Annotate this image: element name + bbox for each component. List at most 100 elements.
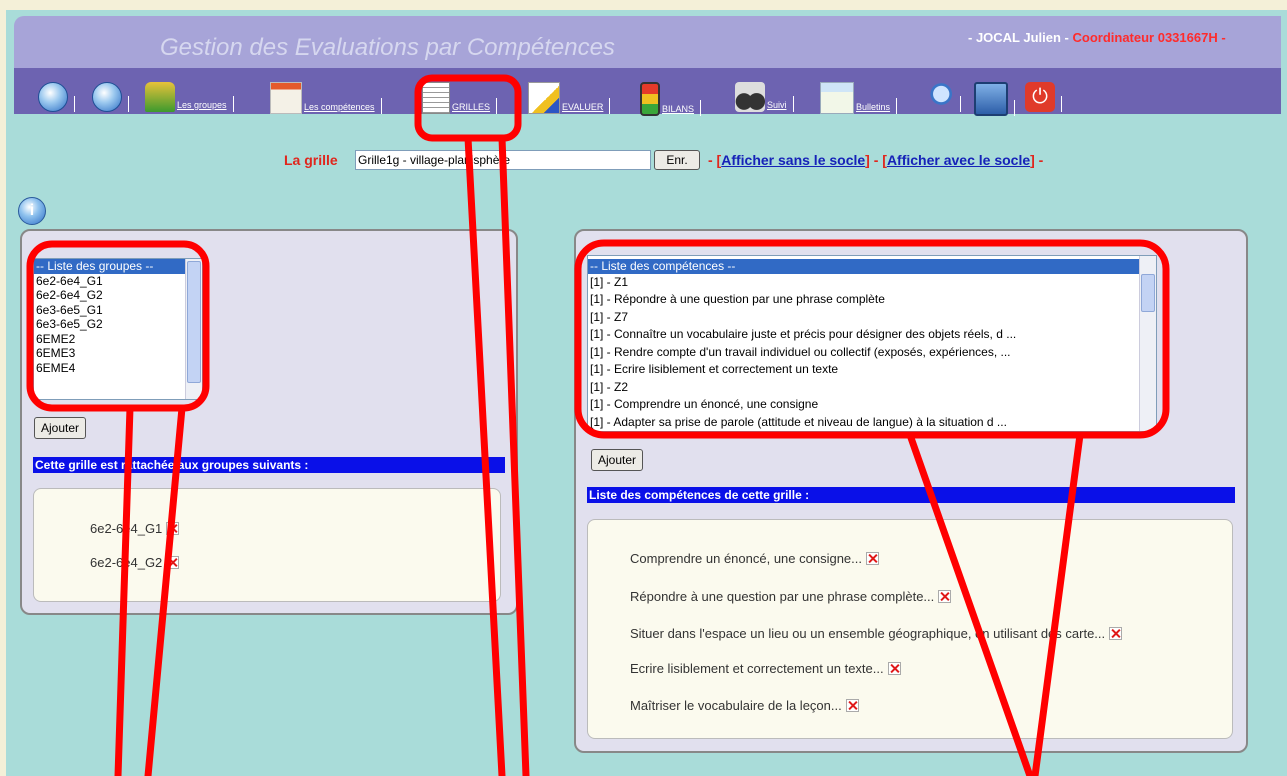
grid-competence-label: Comprendre un énoncé, une consigne... xyxy=(630,551,862,566)
grid-competence-label: Ecrire lisiblement et correctement un te… xyxy=(630,661,884,676)
attached-group-label: 6e2-6e4_G1 xyxy=(90,521,163,536)
toolbar-groupes[interactable]: Les groupes xyxy=(145,82,234,112)
toolbar-separator xyxy=(609,98,611,114)
group-option[interactable]: 6e2-6e4_G1 xyxy=(34,274,202,289)
grid-icon xyxy=(422,82,450,114)
help-info-icon[interactable]: i xyxy=(18,197,46,225)
show-with-socle-link[interactable]: Afficher avec le socle xyxy=(887,152,1030,168)
toolbar-logout[interactable]: ⏻ xyxy=(1025,82,1062,112)
competence-option[interactable]: [1] - Ecrire lisiblement et correctement… xyxy=(588,361,1156,379)
attached-groups-box xyxy=(33,488,501,602)
home-icon xyxy=(38,82,68,112)
toolbar-label: Les compétences xyxy=(304,102,375,112)
delete-icon[interactable] xyxy=(1109,627,1123,640)
toolbar-separator xyxy=(1014,100,1015,116)
toolbar-separator xyxy=(74,96,75,112)
group-option[interactable]: 6EME2 xyxy=(34,332,202,347)
pencil-icon xyxy=(528,82,560,114)
user-name: - JOCAL Julien - xyxy=(968,30,1073,45)
competence-option[interactable]: [1] - Z2 xyxy=(588,379,1156,397)
binoculars-icon xyxy=(735,82,765,112)
toolbar-suivi[interactable]: Suivi xyxy=(735,82,794,112)
groups-list-header[interactable]: -- Liste des groupes -- xyxy=(34,259,202,274)
toolbar-info[interactable] xyxy=(92,82,129,112)
toolbar-grilles[interactable]: GRILLES xyxy=(422,82,498,114)
delete-icon[interactable] xyxy=(887,662,901,675)
search-user-icon xyxy=(922,82,954,112)
competence-option[interactable]: [1] - Comprendre un énoncé, une consigne xyxy=(588,396,1156,414)
briefcase-icon xyxy=(974,82,1008,116)
user-role: Coordinateur 0331667H - xyxy=(1072,30,1226,45)
grid-competence-label: Répondre à une question par une phrase c… xyxy=(630,589,935,604)
power-icon: ⏻ xyxy=(1025,82,1055,112)
info-icon xyxy=(92,82,122,112)
toolbar-bulletins[interactable]: Bulletins xyxy=(820,82,898,114)
toolbar-home[interactable] xyxy=(38,82,75,112)
grid-competence-item: Comprendre un énoncé, une consigne... xyxy=(630,551,879,566)
link-separator: ] - [ xyxy=(865,152,887,168)
toolbar-search-user[interactable] xyxy=(922,82,961,112)
grid-competence-item: Situer dans l'espace un lieu ou un ensem… xyxy=(630,626,1123,641)
toolbar-briefcase[interactable] xyxy=(974,82,1015,116)
delete-icon[interactable] xyxy=(166,556,180,569)
user-info: - JOCAL Julien - Coordinateur 0331667H - xyxy=(968,30,1226,45)
groups-listbox[interactable]: -- Liste des groupes -- 6e2-6e4_G1 6e2-6… xyxy=(33,258,203,400)
attached-groups-title: Cette grille est rattachée aux groupes s… xyxy=(33,457,505,473)
delete-icon[interactable] xyxy=(845,699,859,712)
groups-icon xyxy=(145,82,175,112)
app-title: Gestion des Evaluations par Compétences xyxy=(160,34,615,61)
competence-option[interactable]: [1] - Répondre à une question par une ph… xyxy=(588,291,1156,309)
group-option[interactable]: 6e2-6e4_G2 xyxy=(34,288,202,303)
group-option[interactable]: 6EME4 xyxy=(34,361,202,376)
save-button[interactable]: Enr. xyxy=(654,150,700,170)
toolbar-competences[interactable]: Les compétences xyxy=(270,82,382,114)
toolbar-separator xyxy=(896,98,898,114)
toolbar-label: Suivi xyxy=(767,100,787,110)
toolbar-separator xyxy=(128,96,129,112)
toolbar-separator xyxy=(700,100,702,116)
grid-competence-item: Répondre à une question par une phrase c… xyxy=(630,589,952,604)
attached-group-item: 6e2-6e4_G2 xyxy=(90,555,180,570)
toolbar-bilans[interactable]: BILANS xyxy=(640,82,702,116)
delete-icon[interactable] xyxy=(166,522,180,535)
competences-icon xyxy=(270,82,302,114)
toolbar-label: Bulletins xyxy=(856,102,891,112)
competence-option[interactable]: [1] - Z7 xyxy=(588,309,1156,327)
grid-competence-label: Situer dans l'espace un lieu ou un ensem… xyxy=(630,626,1106,641)
toolbar-separator xyxy=(1061,96,1062,112)
link-separator: - [ xyxy=(708,152,722,168)
group-option[interactable]: 6e3-6e5_G1 xyxy=(34,303,202,318)
toolbar-separator xyxy=(380,98,382,114)
competence-option[interactable]: [1] - Z1 xyxy=(588,274,1156,292)
toolbar-separator xyxy=(960,96,961,112)
groups-scrollbar[interactable] xyxy=(185,259,202,399)
attached-group-item: 6e2-6e4_G1 xyxy=(90,521,180,536)
add-competence-button[interactable]: Ajouter xyxy=(591,449,644,471)
competences-list-header[interactable]: -- Liste des compétences -- xyxy=(588,259,1156,274)
link-separator: ] - xyxy=(1030,152,1044,168)
competence-option[interactable]: [1] - Rendre compte d'un travail individ… xyxy=(588,344,1156,362)
group-option[interactable]: 6EME3 xyxy=(34,346,202,361)
delete-icon[interactable] xyxy=(866,552,879,565)
delete-icon[interactable] xyxy=(938,590,952,603)
group-option[interactable]: 6e3-6e5_G2 xyxy=(34,317,202,332)
add-group-button[interactable]: Ajouter xyxy=(34,417,87,439)
grid-competences-title: Liste des compétences de cette grille : xyxy=(587,487,1235,503)
toolbar-evaluer[interactable]: EVALUER xyxy=(528,82,611,114)
competence-option[interactable]: [1] - Connaître un vocabulaire juste et … xyxy=(588,326,1156,344)
show-without-socle-link[interactable]: Afficher sans le socle xyxy=(721,152,865,168)
attached-group-label: 6e2-6e4_G2 xyxy=(90,555,163,570)
grille-row: La grille Enr. - [Afficher sans le socle… xyxy=(0,150,1287,172)
toolbar-separator xyxy=(232,96,234,112)
toolbar-label: Les groupes xyxy=(177,100,227,110)
competences-listbox[interactable]: -- Liste des compétences -- [1] - Z1 [1]… xyxy=(587,255,1157,432)
toolbar-label: BILANS xyxy=(662,104,695,114)
bulletins-icon xyxy=(820,82,854,114)
grid-competence-item: Ecrire lisiblement et correctement un te… xyxy=(630,661,901,676)
grid-competence-label: Maîtriser le vocabulaire de la leçon... xyxy=(630,698,842,713)
grille-name-input[interactable] xyxy=(355,150,651,170)
grille-label: La grille xyxy=(284,152,338,168)
competences-scrollbar[interactable] xyxy=(1139,256,1156,431)
competence-option[interactable]: [1] - Adapter sa prise de parole (attitu… xyxy=(588,414,1156,432)
toolbar-label: EVALUER xyxy=(562,102,604,112)
